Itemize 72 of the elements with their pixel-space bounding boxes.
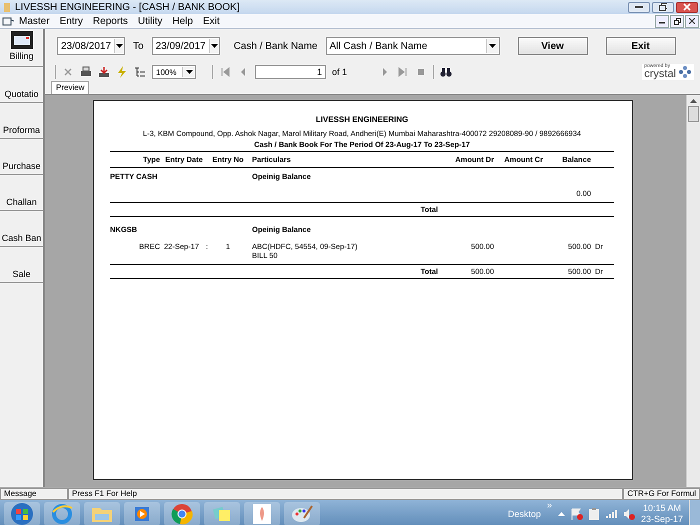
close-button[interactable]: [676, 2, 698, 12]
restore-button[interactable]: [652, 2, 674, 12]
tree-toggle-icon[interactable]: [134, 66, 146, 78]
sidebar-item[interactable]: Billing: [0, 29, 43, 67]
restore-button[interactable]: [670, 14, 684, 28]
start-orb-icon: [10, 502, 34, 525]
binoculars-icon[interactable]: [440, 66, 452, 78]
scroll-up-icon[interactable]: [690, 98, 697, 103]
lightning-icon[interactable]: [116, 66, 128, 78]
bank-name-label: Cash / Bank Name: [232, 40, 318, 52]
minimize-button[interactable]: [628, 2, 650, 12]
show-desktop-button[interactable]: [689, 500, 700, 525]
dropdown-arrow-icon: [489, 44, 496, 48]
from-date-field[interactable]: 23/08/2017: [57, 37, 125, 55]
close-icon: [683, 3, 691, 11]
status-text: CTR+G For Formul: [623, 488, 700, 500]
browser-icon: [50, 502, 74, 525]
dropdown-arrow-icon: [210, 44, 218, 48]
zoom-dropdown[interactable]: 100%: [152, 65, 196, 79]
taskbar-button[interactable]: [44, 502, 80, 525]
menu-item[interactable]: Help: [167, 16, 198, 26]
taskbar-button[interactable]: [204, 502, 240, 525]
to-label: To: [132, 40, 145, 52]
emblem-icon: [250, 502, 274, 525]
print-icon[interactable]: [80, 66, 92, 78]
page-count: of 1: [332, 67, 348, 77]
chrome-icon: [170, 502, 194, 525]
company-name: LIVESSH ENGINEERING: [314, 115, 410, 124]
show-hidden-icon[interactable]: [558, 511, 565, 516]
status-text: Press F1 For Help: [68, 488, 624, 500]
system-menu-icon[interactable]: [2, 16, 14, 26]
window-title: LIVESSH ENGINEERING - [CASH / BANK BOOK]: [15, 2, 240, 12]
menu-item[interactable]: Exit: [198, 16, 225, 26]
dropdown-arrow-icon: [186, 70, 192, 74]
restore-icon: [659, 3, 667, 11]
restore-icon: [674, 18, 680, 24]
last-page-icon[interactable]: [397, 66, 410, 78]
envelope-icon: [10, 31, 32, 49]
taskbar-button[interactable]: [244, 502, 280, 525]
close-icon[interactable]: [62, 66, 74, 78]
minimize-button[interactable]: [655, 14, 669, 28]
export-icon[interactable]: [98, 66, 110, 78]
signal-icon[interactable]: [604, 508, 617, 518]
clock-time: 10:15 AM: [642, 502, 681, 514]
page-number-field[interactable]: 1: [255, 65, 326, 79]
taskbar-button[interactable]: [124, 502, 160, 525]
clock-date: 23-Sep-17: [640, 514, 683, 524]
app-icon: [3, 2, 11, 12]
clipboard-icon[interactable]: [588, 508, 599, 520]
taskbar-button[interactable]: [84, 502, 120, 525]
close-icon: [689, 18, 695, 24]
bank-name-dropdown[interactable]: All Cash / Bank Name: [326, 37, 500, 55]
menu-item[interactable]: Entry: [54, 16, 88, 26]
taskbar-button[interactable]: [284, 502, 320, 525]
muted-speaker-icon[interactable]: [622, 508, 635, 520]
taskbar-button[interactable]: [164, 502, 200, 525]
vertical-scrollbar[interactable]: [686, 95, 700, 487]
menu-item[interactable]: Master: [14, 16, 55, 26]
taskbar-button[interactable]: [4, 502, 40, 525]
menu-item[interactable]: Utility: [132, 16, 168, 26]
status-text: Message: [0, 488, 68, 500]
minimize-icon: [635, 6, 643, 8]
close-button[interactable]: [685, 14, 699, 28]
preview-tab[interactable]: Preview: [51, 81, 90, 94]
dropdown-arrow-icon: [116, 44, 124, 48]
to-date-field[interactable]: 23/09/2017: [152, 37, 220, 55]
menu-item[interactable]: Reports: [88, 16, 133, 26]
first-page-icon[interactable]: [219, 66, 231, 78]
action-button[interactable]: Exit: [606, 37, 676, 55]
flag-icon[interactable]: [570, 508, 583, 520]
action-button[interactable]: View: [518, 37, 588, 55]
scroll-thumb[interactable]: [688, 106, 699, 122]
